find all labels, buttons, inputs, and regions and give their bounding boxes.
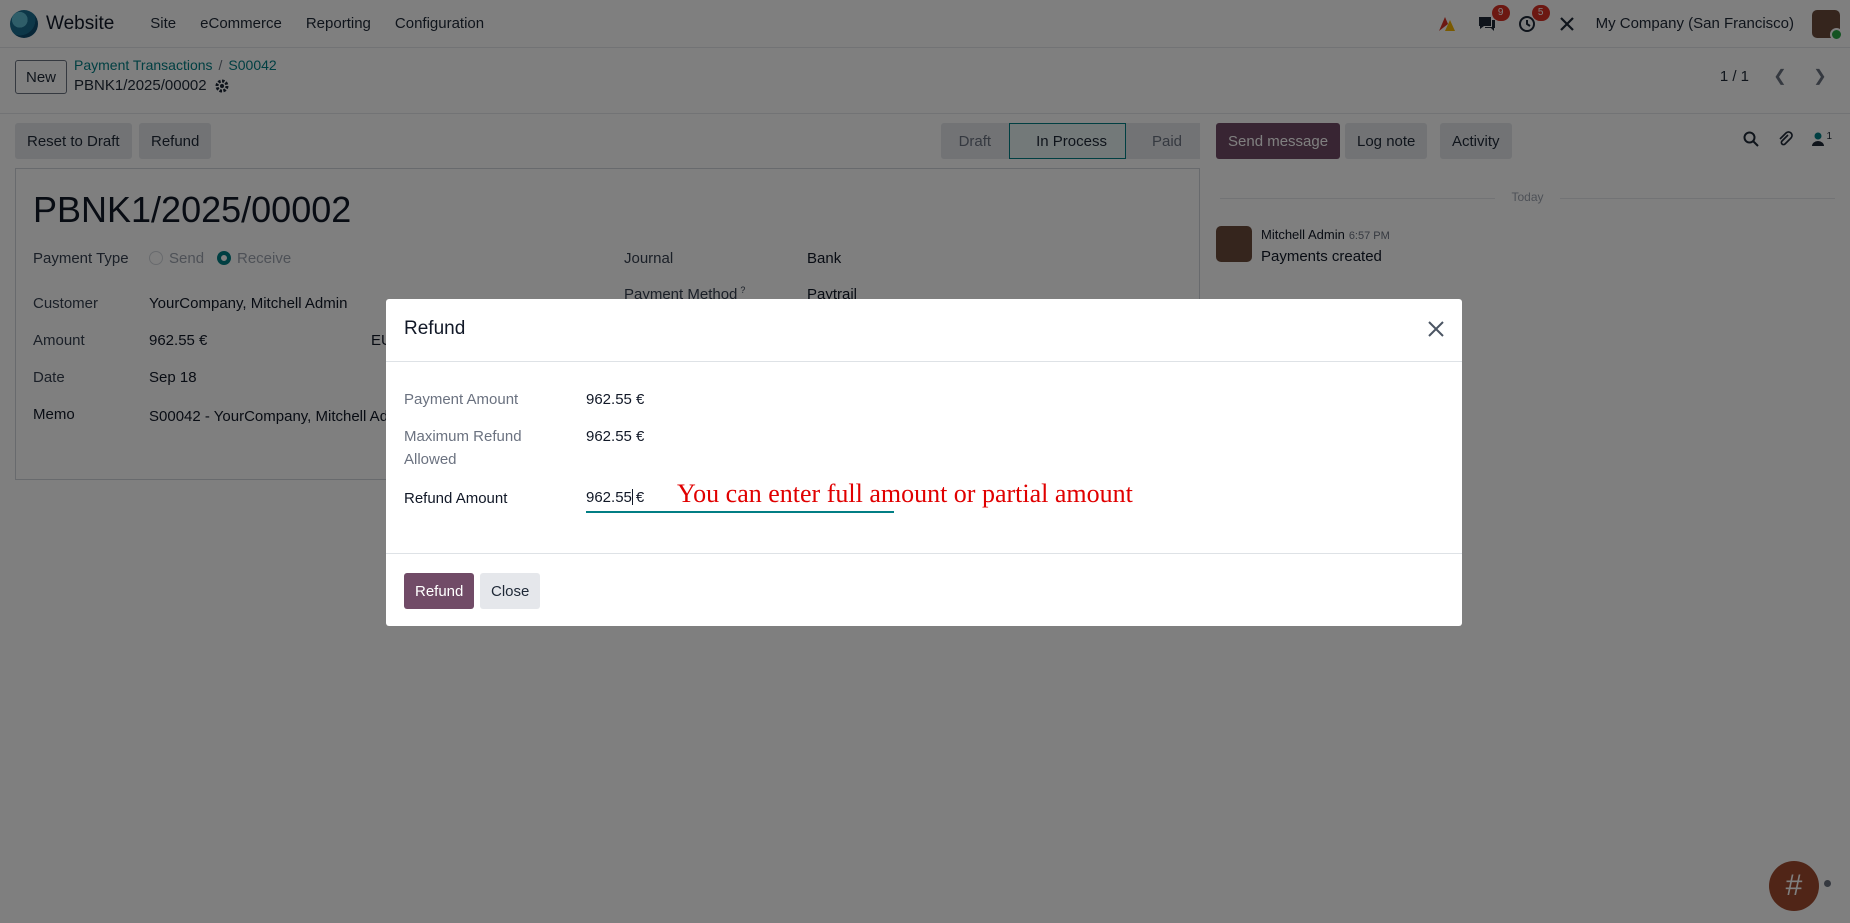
- close-button[interactable]: Close: [480, 573, 541, 609]
- max-refund-value: 962.55 €: [586, 428, 645, 445]
- refund-amount-text: 962.55: [586, 489, 632, 506]
- max-refund-label-line2: Allowed: [404, 451, 457, 468]
- modal-footer: Refund Close: [386, 553, 1462, 626]
- annotation-text: You can enter full amount or partial amo…: [677, 479, 1133, 508]
- refund-amount-currency: €: [635, 489, 645, 506]
- close-icon[interactable]: [1422, 315, 1450, 343]
- refund-amount-label: Refund Amount: [404, 490, 508, 507]
- refund-dialog: Refund Payment Amount 962.55 € Maximum R…: [386, 299, 1462, 626]
- modal-header: Refund: [386, 299, 1462, 362]
- payment-amount-label: Payment Amount: [404, 391, 519, 408]
- payment-amount-value: 962.55 €: [586, 391, 645, 408]
- text-caret: [631, 489, 633, 505]
- max-refund-label-line1: Maximum Refund: [404, 428, 522, 445]
- modal-title: Refund: [404, 318, 466, 339]
- refund-button[interactable]: Refund: [404, 573, 475, 609]
